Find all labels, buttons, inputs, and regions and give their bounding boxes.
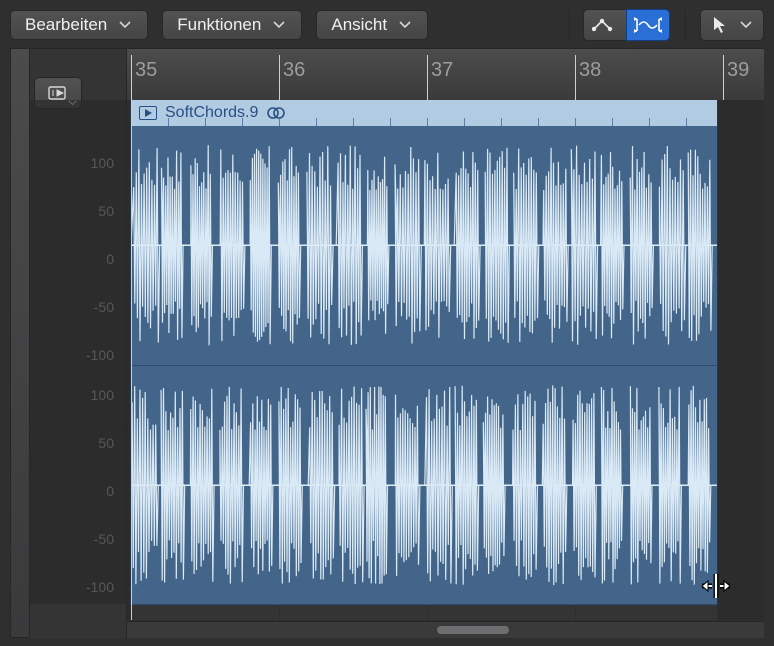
playhead[interactable] (131, 100, 132, 620)
axis-label: -100 (86, 347, 114, 363)
menu-view-label: Ansicht (331, 15, 387, 35)
menu-functions[interactable]: Funktionen (162, 10, 302, 40)
separator (568, 10, 570, 40)
menu-functions-label: Funktionen (177, 15, 261, 35)
chevron-down-icon (273, 21, 285, 29)
ruler-label: 38 (579, 59, 601, 82)
region-header[interactable]: SoftChords.9 (131, 100, 717, 126)
amplitude-axis: 100 50 0 -50 -100 100 50 0 -50 -100 (30, 48, 126, 639)
chevron-down-icon (399, 21, 411, 29)
horizontal-scrollbar[interactable] (126, 621, 764, 638)
ruler-label: 36 (283, 59, 305, 82)
region-name: SoftChords.9 (165, 104, 258, 122)
axis-label: 50 (98, 203, 114, 219)
axis-label: 50 (98, 435, 114, 451)
timeline-ruler[interactable]: 35 36 37 38 39 (126, 48, 764, 101)
axis-label: -100 (86, 579, 114, 595)
ruler-label: 39 (727, 59, 749, 82)
audio-editor[interactable]: SoftChords.9 (126, 100, 764, 620)
ruler-label: 37 (431, 59, 453, 82)
toolbar: Bearbeiten Funktionen Ansicht (10, 6, 764, 44)
axis-label: 100 (91, 387, 114, 403)
axis-separator (30, 428, 126, 429)
menu-edit[interactable]: Bearbeiten (10, 10, 148, 40)
axis-label: 0 (106, 483, 114, 499)
chevron-down-icon (68, 100, 77, 106)
audio-region[interactable]: SoftChords.9 (131, 100, 717, 604)
ruler-label: 35 (135, 59, 157, 82)
axis-label: 0 (106, 251, 114, 267)
axis-label: -50 (94, 299, 114, 315)
separator (684, 10, 686, 40)
waveform-channel-right[interactable] (131, 365, 717, 605)
dim-mask (717, 100, 764, 620)
scrollbar-thumb[interactable] (437, 626, 509, 634)
waveform-channel-left[interactable] (131, 126, 717, 365)
play-icon (139, 106, 157, 120)
menu-edit-label: Bearbeiten (25, 15, 107, 35)
loop-icon (266, 106, 286, 120)
axis-label: -50 (94, 531, 114, 547)
pointer-tool[interactable] (700, 9, 764, 41)
chevron-down-icon (119, 21, 131, 29)
flex-mode-icon[interactable] (626, 9, 670, 41)
automation-mode-icon[interactable] (583, 9, 627, 41)
chevron-down-icon (740, 21, 752, 29)
catch-playhead-icon[interactable] (34, 77, 82, 109)
axis-label: 100 (91, 155, 114, 171)
menu-view[interactable]: Ansicht (316, 10, 428, 40)
left-gutter (10, 48, 30, 638)
